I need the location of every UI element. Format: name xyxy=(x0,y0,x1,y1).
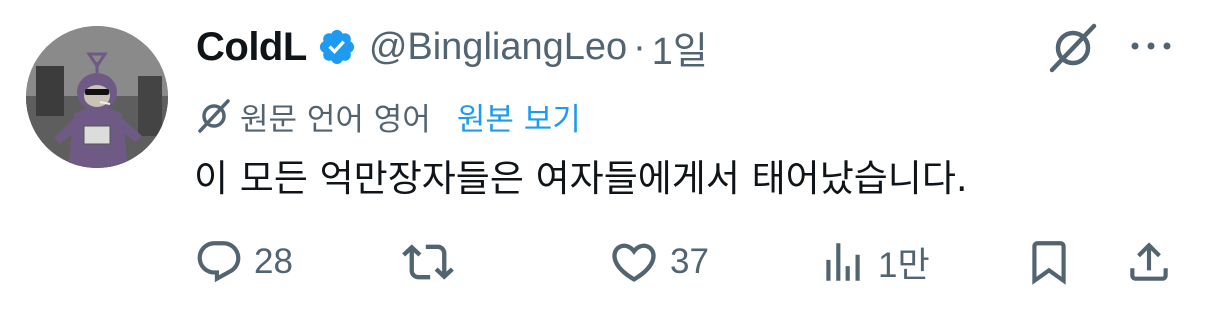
tweet-header: ColdL @BingliangLeo · 1일 xyxy=(196,18,708,76)
retweet-button[interactable] xyxy=(402,232,454,292)
grok-translate-icon xyxy=(196,98,232,134)
verified-badge-icon[interactable] xyxy=(317,27,357,67)
bookmark-icon xyxy=(1024,237,1074,287)
views-count: 1만 xyxy=(878,245,930,285)
like-count: 37 xyxy=(670,242,709,281)
reply-count: 28 xyxy=(254,242,293,281)
grok-icon[interactable] xyxy=(1046,22,1100,74)
tweet-card[interactable]: ColdL @BingliangLeo · 1일 원문 언어 영어 원본 보기 … xyxy=(0,0,1206,323)
bookmark-button[interactable] xyxy=(1024,232,1074,292)
retweet-icon xyxy=(402,236,454,288)
more-icon[interactable] xyxy=(1128,34,1174,58)
show-original-link[interactable]: 원본 보기 xyxy=(457,94,581,139)
views-icon xyxy=(818,237,868,287)
avatar-image xyxy=(26,26,168,168)
avatar[interactable] xyxy=(26,26,168,168)
like-icon xyxy=(608,236,660,288)
like-button[interactable]: 37 xyxy=(608,232,709,292)
translation-note: 원문 언어 영어 xyxy=(240,101,431,138)
action-bar: 28 37 1만 xyxy=(0,232,1206,292)
tweet-timestamp[interactable]: 1일 xyxy=(652,20,708,75)
share-icon xyxy=(1124,237,1174,287)
separator-dot: · xyxy=(633,25,646,68)
views-button[interactable]: 1만 xyxy=(818,232,930,292)
reply-icon xyxy=(194,237,244,287)
tweet-text: 이 모든 억만장자들은 여자들에게서 태어났습니다. xyxy=(194,157,968,200)
translation-row: 원문 언어 영어 원본 보기 xyxy=(196,92,581,140)
author-handle[interactable]: @BingliangLeo xyxy=(369,26,627,69)
display-name[interactable]: ColdL xyxy=(196,25,307,70)
reply-button[interactable]: 28 xyxy=(194,232,293,292)
share-button[interactable] xyxy=(1124,232,1174,292)
